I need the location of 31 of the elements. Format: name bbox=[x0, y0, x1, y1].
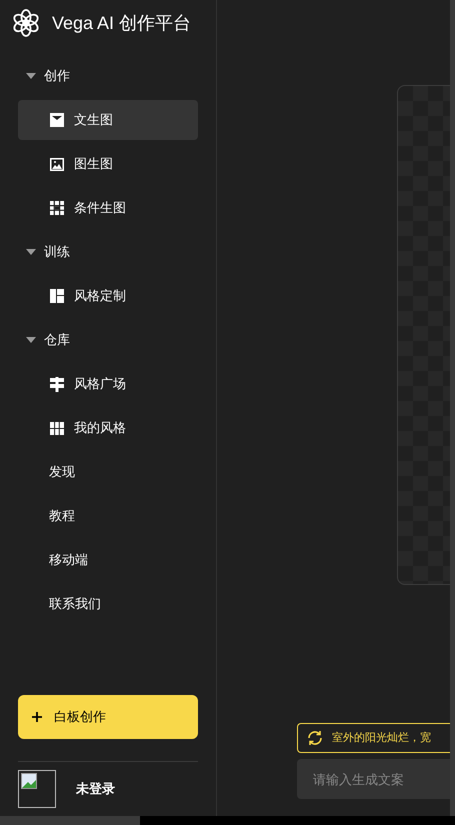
layout-icon bbox=[50, 289, 64, 303]
plus-icon bbox=[32, 712, 42, 722]
nav-item[interactable]: 我的风格 bbox=[18, 408, 198, 448]
user-name: 未登录 bbox=[76, 780, 115, 798]
nav-link[interactable]: 移动端 bbox=[18, 538, 198, 582]
nav-group-header[interactable]: 创作 bbox=[18, 54, 198, 98]
image-icon bbox=[50, 158, 64, 170]
prompt-suggestion[interactable]: 室外的阳光灿烂，宽 bbox=[297, 723, 450, 753]
nav-item[interactable]: 风格定制 bbox=[18, 276, 198, 316]
app-title: Vega AI 创作平台 bbox=[52, 12, 192, 35]
nav-item[interactable]: 风格广场 bbox=[18, 364, 198, 404]
nav-item[interactable]: 图生图 bbox=[18, 144, 198, 184]
caret-down-icon bbox=[26, 73, 36, 79]
broken-image-icon bbox=[21, 773, 37, 789]
caret-down-icon bbox=[26, 337, 36, 343]
nav-link[interactable]: 教程 bbox=[18, 494, 198, 538]
flower-logo-icon bbox=[12, 9, 40, 37]
whiteboard-create-button[interactable]: 白板创作 bbox=[18, 695, 198, 739]
nav-item[interactable]: 条件生图 bbox=[18, 188, 198, 228]
nav-link[interactable]: 发现 bbox=[18, 450, 198, 494]
columns-icon bbox=[50, 422, 64, 434]
refresh-icon bbox=[306, 729, 324, 747]
signpost-icon bbox=[50, 376, 64, 392]
nav-group-header[interactable]: 仓库 bbox=[18, 318, 198, 362]
prompt-input[interactable]: 请输入生成文案 bbox=[297, 759, 450, 799]
image-frame-icon bbox=[50, 113, 64, 127]
nav-link[interactable]: 联系我们 bbox=[18, 582, 198, 626]
caret-down-icon bbox=[26, 249, 36, 255]
nav-item[interactable]: 文生图 bbox=[18, 100, 198, 140]
nav-group-header[interactable]: 训练 bbox=[18, 230, 198, 274]
grid-icon bbox=[50, 201, 64, 215]
